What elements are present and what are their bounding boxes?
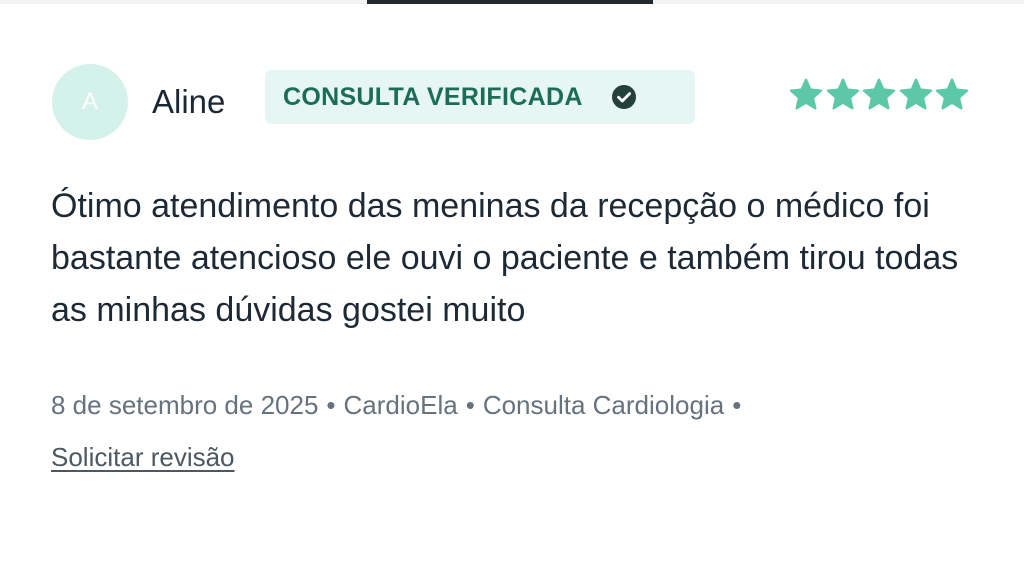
star-icon bbox=[899, 78, 932, 110]
star-icon bbox=[789, 78, 823, 110]
service-name: Consulta Cardiologia bbox=[482, 390, 725, 420]
avatar-initial: A bbox=[81, 88, 98, 115]
check-circle-icon bbox=[611, 84, 637, 110]
star-rating bbox=[788, 77, 971, 113]
separator: • bbox=[326, 390, 336, 420]
avatar: A bbox=[52, 64, 128, 140]
verified-label: CONSULTA VERIFICADA bbox=[283, 82, 583, 111]
review-meta: 8 de setembro de 2025 • CardioEla • Consulta… bbox=[51, 388, 749, 422]
review-text: Ótimo atendimento das meninas da recepçã… bbox=[51, 187, 959, 329]
separator: • bbox=[732, 390, 742, 420]
review-date: 8 de setembro de 2025 bbox=[51, 390, 319, 420]
star-icon bbox=[826, 78, 859, 110]
verified-badge: CONSULTA VERIFICADA bbox=[265, 70, 695, 124]
separator: • bbox=[465, 390, 475, 420]
clinic-name: CardioEla bbox=[343, 390, 458, 420]
scroll-indicator bbox=[367, 0, 653, 4]
author-name: Aline bbox=[152, 83, 226, 120]
request-revision-link[interactable]: Solicitar revisão bbox=[51, 440, 235, 474]
star-icon bbox=[935, 78, 969, 110]
star-icon bbox=[862, 78, 896, 110]
review-card: A Aline CONSULTA VERIFICADA Ótimo atendi… bbox=[0, 0, 1024, 577]
